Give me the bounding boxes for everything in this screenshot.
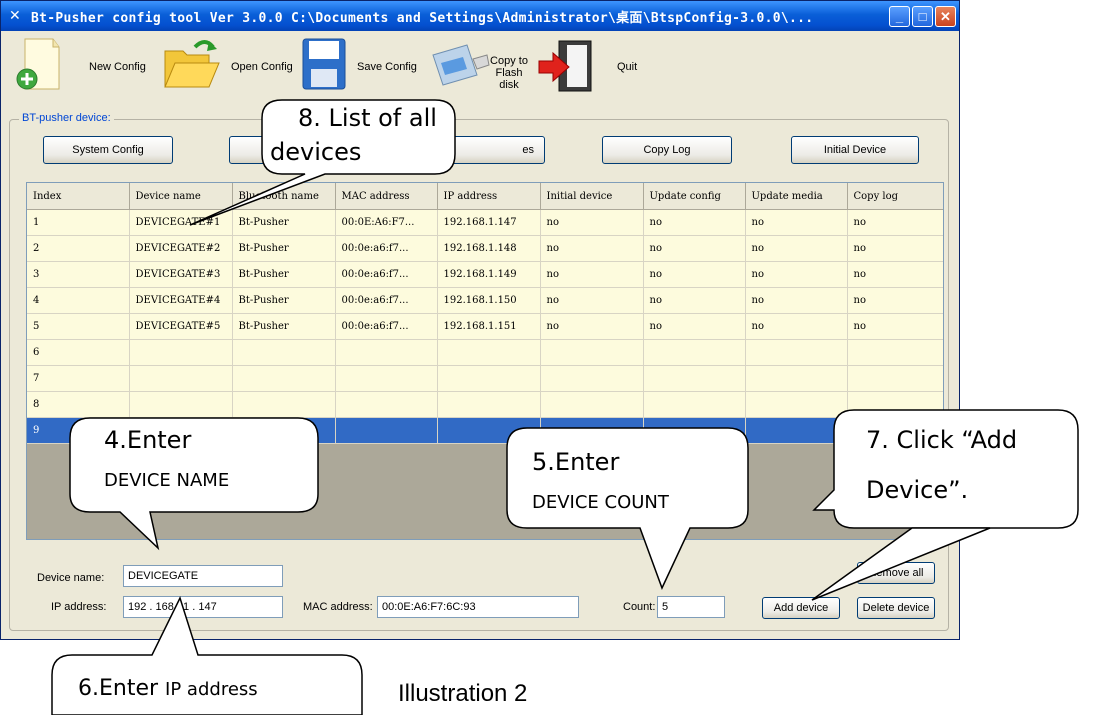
callout-6-rest: IP address: [165, 679, 258, 700]
callout-7-pointer: [811, 527, 991, 601]
callout-6-text: 6.Enter IP address: [78, 676, 258, 701]
callout-8-line2: devices: [270, 138, 362, 166]
illustration-caption: Illustration 2: [398, 680, 528, 707]
callout-7-line1: 7. Click “Add: [866, 426, 1018, 454]
callout-4-line2: DEVICE NAME: [104, 470, 230, 491]
callout-7-line2: Device”.: [866, 476, 969, 504]
callout-5-line2: DEVICE COUNT: [532, 492, 669, 513]
callout-5-line1: 5.Enter: [532, 448, 620, 476]
callout-shapes: [51, 99, 1079, 715]
callout-8-line1: 8. List of all: [298, 104, 437, 132]
callout-6-number: 6.Enter: [78, 676, 159, 701]
callout-4-line1: 4.Enter: [104, 426, 192, 454]
